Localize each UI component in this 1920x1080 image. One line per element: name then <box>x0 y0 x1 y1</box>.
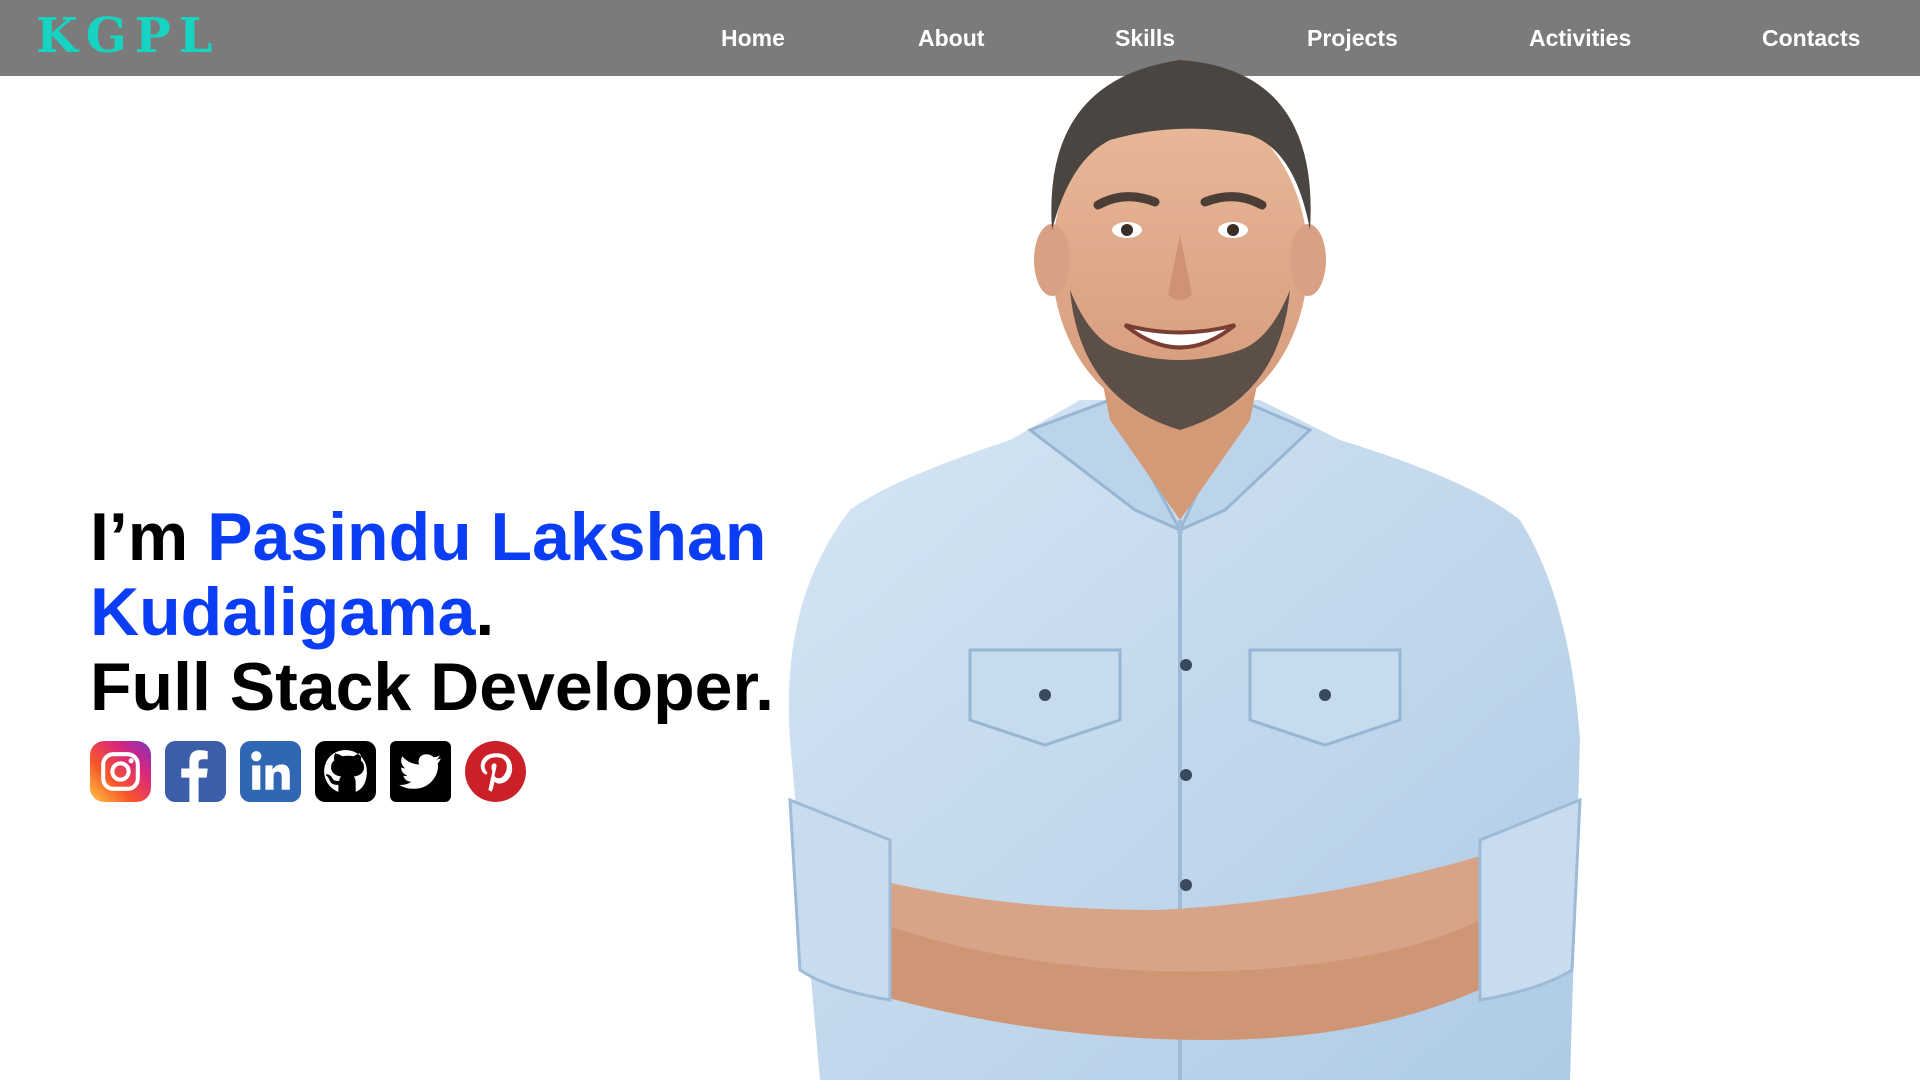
social-links <box>90 741 526 803</box>
name-period: . <box>475 574 495 650</box>
site-logo[interactable]: KGPL <box>36 10 221 62</box>
instagram-icon[interactable] <box>90 741 151 802</box>
name-last-part: Kudaligama <box>90 574 476 650</box>
hero-line-1: I’m Pasindu Lakshan <box>90 500 810 575</box>
portfolio-page: KGPL Home About Skills Projects Activiti… <box>0 0 1920 1080</box>
hero-line-2: Kudaligama. <box>90 575 810 650</box>
greeting-text: I’m <box>90 499 208 575</box>
hero-photo <box>780 40 1600 1080</box>
nav-link-contacts[interactable]: Contacts <box>1762 22 1860 54</box>
facebook-icon[interactable] <box>165 741 226 802</box>
hero-heading: I’m Pasindu Lakshan Kudaligama. Full Sta… <box>90 500 810 725</box>
person-illustration <box>788 60 1582 1080</box>
twitter-icon[interactable] <box>390 741 451 802</box>
nav-link-home[interactable]: Home <box>721 22 785 54</box>
role-title: Full Stack Developer. <box>90 649 775 725</box>
github-icon[interactable] <box>315 741 376 802</box>
pinterest-icon[interactable] <box>465 741 526 802</box>
name-first-part: Pasindu Lakshan <box>207 499 767 575</box>
linkedin-icon[interactable] <box>240 741 301 802</box>
